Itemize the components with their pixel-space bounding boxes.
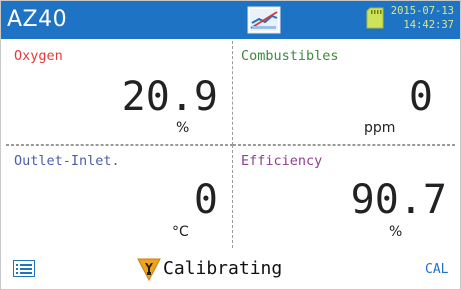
time-text: 14:42:37 bbox=[403, 19, 454, 31]
device-title: AZ40 bbox=[7, 7, 68, 32]
menu-list-icon[interactable] bbox=[13, 260, 35, 277]
datetime-readout: 2015-07-13 14:42:37 bbox=[391, 4, 454, 32]
calibration-status-text: Calibrating bbox=[163, 258, 283, 279]
oxygen-value: 20.9 bbox=[121, 74, 218, 120]
oxygen-unit: % bbox=[176, 120, 190, 136]
efficiency-unit: % bbox=[389, 224, 403, 240]
combustibles-label: Combustibles bbox=[241, 48, 339, 64]
oxygen-cell: Oxygen 20.9 % bbox=[6, 41, 233, 145]
sd-card-icon bbox=[366, 7, 384, 29]
footer-bar: Calibrating CAL bbox=[0, 250, 461, 290]
efficiency-value: 90.7 bbox=[350, 177, 447, 223]
date-text: 2015-07-13 bbox=[390, 5, 454, 17]
combustibles-unit: ppm bbox=[364, 120, 396, 136]
combustibles-cell: Combustibles 0 ppm bbox=[233, 41, 455, 145]
outlet-inlet-value: 0 bbox=[193, 177, 218, 223]
wrench-warning-icon bbox=[137, 258, 161, 281]
efficiency-label: Efficiency bbox=[241, 153, 323, 169]
outlet-inlet-label: Outlet-Inlet. bbox=[14, 153, 120, 169]
cal-button[interactable]: CAL bbox=[425, 262, 448, 278]
probe-status-icon bbox=[247, 6, 281, 34]
outlet-inlet-unit: °C bbox=[172, 224, 189, 240]
outlet-inlet-cell: Outlet-Inlet. 0 °C bbox=[6, 145, 233, 248]
combustibles-value: 0 bbox=[408, 74, 433, 120]
header-bar: AZ40 2015-07-13 14:42:37 bbox=[1, 1, 460, 39]
oxygen-label: Oxygen bbox=[14, 48, 63, 64]
efficiency-cell: Efficiency 90.7 % bbox=[233, 145, 455, 248]
